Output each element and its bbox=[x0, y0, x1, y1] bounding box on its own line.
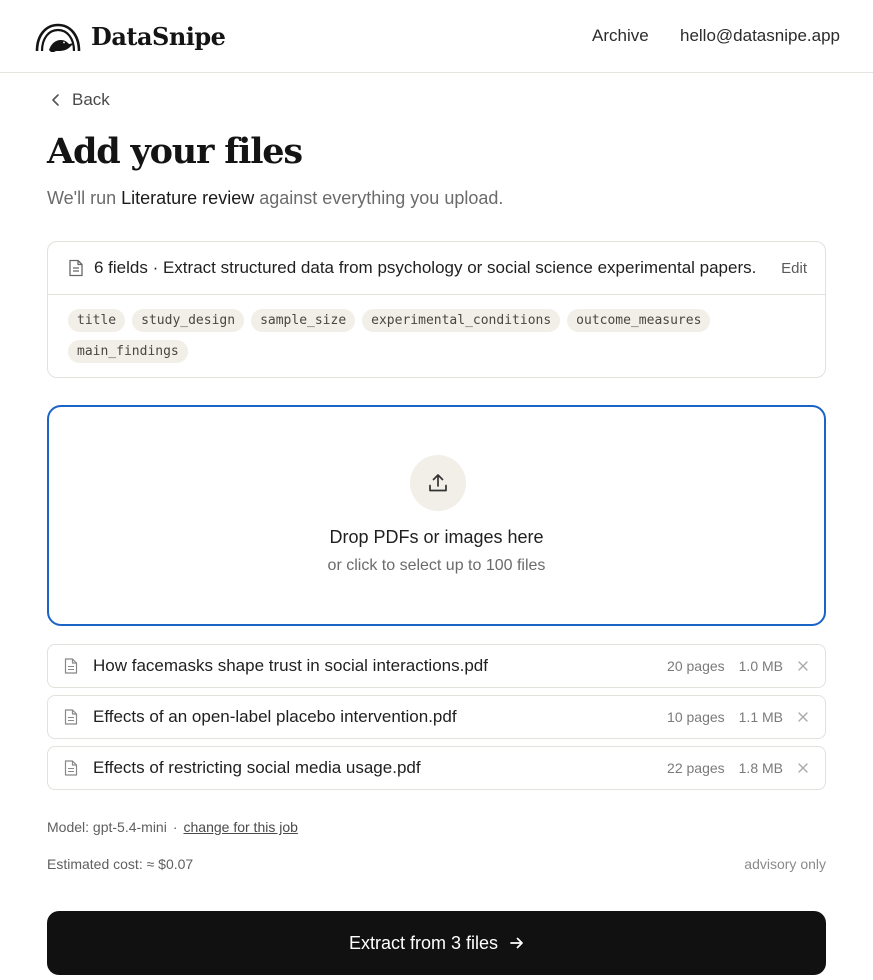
brand[interactable]: DataSnipe bbox=[34, 20, 226, 52]
remove-file-icon[interactable] bbox=[797, 711, 809, 723]
dropzone-subtitle: or click to select up to 100 files bbox=[327, 557, 546, 574]
subtitle-prefix: We'll run bbox=[47, 188, 122, 208]
upload-icon bbox=[429, 474, 447, 492]
page-title: Add your files bbox=[47, 131, 303, 172]
chevron-left-icon bbox=[52, 94, 59, 106]
extract-button-label: Extract from 3 files bbox=[348, 932, 499, 953]
separator-dot: · bbox=[172, 819, 178, 835]
edit-schema-button[interactable]: Edit bbox=[781, 260, 807, 277]
change-model-link[interactable]: change for this job bbox=[184, 819, 298, 835]
file-size: 1.8 MB bbox=[738, 760, 783, 776]
schema-description: 6 fields · Extract structured data from … bbox=[94, 258, 757, 277]
document-icon bbox=[64, 709, 78, 725]
file-pages: 20 pages bbox=[667, 658, 725, 674]
field-chip-main-findings: main_findings bbox=[68, 340, 188, 363]
back-button[interactable]: Back bbox=[50, 90, 110, 110]
file-dropzone[interactable]: Drop PDFs or images here or click to sel… bbox=[47, 405, 826, 626]
schema-header: 6 fields · Extract structured data from … bbox=[48, 242, 825, 295]
field-chips: title study_design sample_size experimen… bbox=[48, 295, 825, 363]
file-name: How facemasks shape trust in social inte… bbox=[93, 656, 488, 675]
back-label: Back bbox=[72, 90, 110, 109]
document-icon bbox=[64, 760, 78, 776]
brand-name: DataSnipe bbox=[91, 21, 226, 51]
document-icon bbox=[64, 658, 78, 674]
model-label: Model: gpt-5.4-mini bbox=[47, 819, 167, 835]
document-icon bbox=[69, 259, 83, 277]
file-size: 1.1 MB bbox=[738, 709, 783, 725]
file-name: Effects of restricting social media usag… bbox=[93, 758, 421, 777]
top-bar: DataSnipe Archive hello@datasnipe.app bbox=[0, 0, 873, 73]
model-info: Model: gpt-5.4-mini · change for this job bbox=[47, 819, 298, 835]
page-subtitle: We'll run Literature review against ever… bbox=[47, 188, 503, 209]
estimated-cost: Estimated cost: ≈ $0.07 bbox=[47, 856, 194, 872]
logo-icon bbox=[35, 23, 81, 52]
remove-file-icon[interactable] bbox=[797, 660, 809, 672]
schema-card: 6 fields · Extract structured data from … bbox=[47, 241, 826, 378]
file-row: How facemasks shape trust in social inte… bbox=[47, 644, 826, 688]
file-row: Effects of an open-label placebo interve… bbox=[47, 695, 826, 739]
file-name: Effects of an open-label placebo interve… bbox=[93, 707, 457, 726]
field-chip-title: title bbox=[68, 309, 126, 332]
upload-button-circle bbox=[410, 455, 466, 511]
dropzone-title: Drop PDFs or images here bbox=[329, 527, 544, 547]
subtitle-suffix: against everything you upload. bbox=[254, 188, 504, 208]
field-chip-experimental-conditions: experimental_conditions bbox=[362, 309, 561, 332]
workflow-name: Literature review bbox=[121, 188, 255, 208]
file-pages: 22 pages bbox=[667, 760, 725, 776]
advisory-note: advisory only bbox=[744, 856, 826, 872]
file-pages: 10 pages bbox=[667, 709, 725, 725]
nav-archive-link[interactable]: Archive bbox=[592, 26, 649, 46]
file-size: 1.0 MB bbox=[738, 658, 783, 674]
extract-button[interactable]: Extract from 3 files bbox=[47, 911, 826, 975]
field-chip-sample-size: sample_size bbox=[251, 309, 356, 332]
remove-file-icon[interactable] bbox=[797, 762, 809, 774]
field-chip-outcome-measures: outcome_measures bbox=[567, 309, 711, 332]
nav-email-link[interactable]: hello@datasnipe.app bbox=[680, 26, 840, 46]
file-row: Effects of restricting social media usag… bbox=[47, 746, 826, 790]
field-chip-study-design: study_design bbox=[132, 309, 245, 332]
arrow-right-icon bbox=[510, 937, 523, 949]
